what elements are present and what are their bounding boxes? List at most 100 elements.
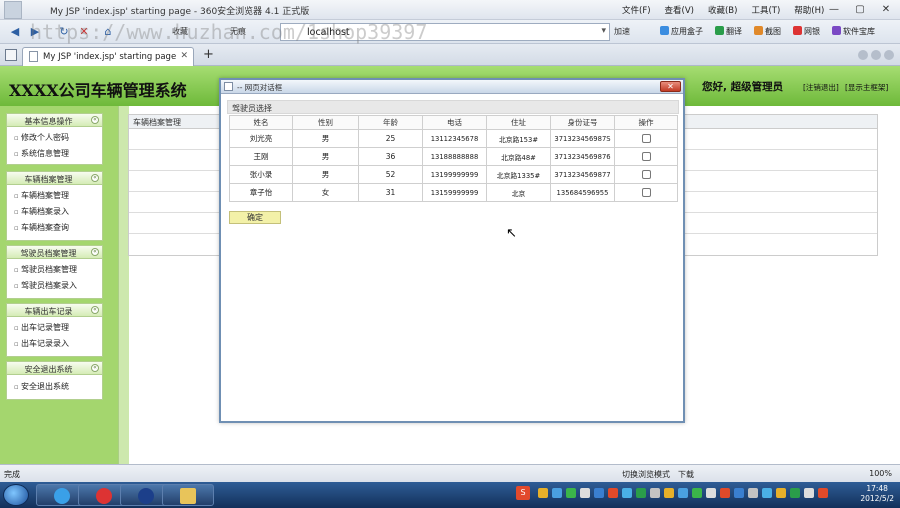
- tray-icon[interactable]: [538, 488, 548, 498]
- tab-grid-icon[interactable]: [5, 49, 17, 61]
- tray-icon[interactable]: [580, 488, 590, 498]
- sidebar-item-driver-add[interactable]: 驾驶员档案录入: [7, 278, 102, 294]
- sidebar-item-safe-exit[interactable]: 安全退出系统: [7, 379, 102, 395]
- dialog-close-icon[interactable]: ✕: [660, 81, 681, 92]
- tray-icon[interactable]: [776, 488, 786, 498]
- select-radio[interactable]: [641, 133, 651, 143]
- browser-icon: [138, 488, 154, 504]
- tray-icon[interactable]: [706, 488, 716, 498]
- tray-icon[interactable]: [748, 488, 758, 498]
- tray-icon[interactable]: [692, 488, 702, 498]
- new-tab-icon[interactable]: +: [200, 47, 217, 63]
- col-name: 姓名: [229, 115, 293, 130]
- status-bar: 完成 切换浏览模式 下载 100%: [0, 464, 900, 482]
- sidebar-item-driver-manage[interactable]: 驾驶员档案管理: [7, 262, 102, 278]
- tray-icon[interactable]: [594, 488, 604, 498]
- sidebar-item-vehicle-manage[interactable]: 车辆档案管理: [7, 188, 102, 204]
- close-icon[interactable]: ✕: [878, 2, 894, 17]
- sidebar-item-change-password[interactable]: 修改个人密码: [7, 130, 102, 146]
- sidebar-item-trip-manage[interactable]: 出车记录管理: [7, 320, 102, 336]
- translate-button[interactable]: 翻译: [715, 26, 742, 37]
- tab-control-icon[interactable]: [858, 50, 868, 60]
- tab-close-icon[interactable]: ✕: [180, 51, 188, 61]
- sidebar-section-body: 驾驶员档案管理 驾驶员档案录入: [6, 259, 103, 299]
- address-dropdown-icon[interactable]: ▾: [601, 26, 606, 36]
- tray-icon[interactable]: [720, 488, 730, 498]
- e-bank-button[interactable]: 网银: [793, 26, 820, 37]
- sidebar-section-driver[interactable]: 驾驶员档案管理 «: [6, 245, 103, 259]
- tray-icon[interactable]: [734, 488, 744, 498]
- taskbar-folder[interactable]: [162, 484, 214, 506]
- maximize-icon[interactable]: ▢: [852, 2, 868, 17]
- show-main-frame-link[interactable]: [显示主框架]: [845, 82, 888, 93]
- switch-mode-button[interactable]: 切换浏览模式: [622, 469, 670, 480]
- collapse-icon[interactable]: «: [91, 306, 99, 314]
- minimize-icon[interactable]: —: [826, 2, 842, 17]
- select-radio[interactable]: [641, 151, 651, 161]
- tray-icon[interactable]: [608, 488, 618, 498]
- clock[interactable]: 17:48 2012/5/2: [860, 484, 894, 504]
- tab-bar: My JSP 'index.jsp' starting page ✕ +: [0, 44, 900, 66]
- e-bank-icon: [793, 26, 802, 35]
- logout-link[interactable]: [注销退出]: [803, 82, 839, 93]
- tab-control-icon[interactable]: [884, 50, 894, 60]
- collapse-icon[interactable]: «: [91, 174, 99, 182]
- app-box-icon: [660, 26, 669, 35]
- sidebar-section-trips[interactable]: 车辆出车记录 «: [6, 303, 103, 317]
- app-box-button[interactable]: 应用盒子: [660, 26, 703, 37]
- zoom-level[interactable]: 100%: [869, 469, 892, 478]
- driver-id-number: 3713234569877: [550, 165, 615, 184]
- tray-icon[interactable]: [622, 488, 632, 498]
- status-text: 完成: [4, 470, 20, 479]
- tab-control-icon[interactable]: [871, 50, 881, 60]
- driver-phone: 13159999999: [422, 183, 487, 202]
- menu-tools[interactable]: 工具(T): [751, 4, 780, 16]
- screenshot-button[interactable]: 截图: [754, 26, 781, 37]
- menu-favorites[interactable]: 收藏(B): [708, 4, 737, 16]
- sidebar-item-trip-add[interactable]: 出车记录录入: [7, 336, 102, 352]
- speed-up-button[interactable]: 加速: [614, 26, 630, 37]
- sidebar-section-logout[interactable]: 安全退出系统 «: [6, 361, 103, 375]
- input-method-icon[interactable]: S: [516, 486, 530, 500]
- menu-view[interactable]: 查看(V): [665, 4, 694, 16]
- back-icon[interactable]: ◀: [6, 23, 24, 41]
- download-button[interactable]: 下载: [678, 469, 694, 480]
- select-radio[interactable]: [641, 187, 651, 197]
- menu-help[interactable]: 帮助(H): [794, 4, 824, 16]
- browser-avatar-icon[interactable]: [4, 1, 22, 19]
- watermark: https://www.huzhan.com/1shop39397: [30, 20, 428, 44]
- col-address: 住址: [486, 115, 551, 130]
- sidebar-item-system-info[interactable]: 系统信息管理: [7, 146, 102, 162]
- collapse-icon[interactable]: «: [91, 364, 99, 372]
- tray-icon[interactable]: [552, 488, 562, 498]
- sidebar-item-vehicle-query[interactable]: 车辆档案查询: [7, 220, 102, 236]
- tray-icon[interactable]: [818, 488, 828, 498]
- tray-icon[interactable]: [566, 488, 576, 498]
- driver-name: 张小录: [229, 165, 293, 184]
- collapse-icon[interactable]: «: [91, 248, 99, 256]
- tray-icon[interactable]: [762, 488, 772, 498]
- tray-icon[interactable]: [678, 488, 688, 498]
- sidebar-item-vehicle-add[interactable]: 车辆档案录入: [7, 204, 102, 220]
- col-gender: 性别: [292, 115, 359, 130]
- start-button-icon[interactable]: [3, 484, 29, 506]
- browser-title-bar: My JSP 'index.jsp' starting page - 360安全…: [0, 0, 900, 20]
- confirm-button[interactable]: 确定: [229, 211, 281, 224]
- menu-file[interactable]: 文件(F): [622, 4, 651, 16]
- driver-name: 刘光亮: [229, 129, 293, 148]
- driver-gender: 男: [292, 165, 359, 184]
- tray-icon[interactable]: [650, 488, 660, 498]
- tray-icon[interactable]: [636, 488, 646, 498]
- driver-age: 36: [358, 147, 423, 166]
- select-radio[interactable]: [641, 169, 651, 179]
- sidebar-section-basic[interactable]: 基本信息操作 «: [6, 113, 103, 127]
- collapse-icon[interactable]: «: [91, 116, 99, 124]
- tray-icon[interactable]: [664, 488, 674, 498]
- driver-id-number: 3713234569876: [550, 147, 615, 166]
- table-row: 章子怡 女 31 13159999999 北京 135684596955: [229, 183, 678, 202]
- tray-icon[interactable]: [804, 488, 814, 498]
- software-store-button[interactable]: 软件宝库: [832, 26, 875, 37]
- tab-index-jsp[interactable]: My JSP 'index.jsp' starting page ✕: [22, 47, 194, 66]
- sidebar-section-vehicle[interactable]: 车辆档案管理 «: [6, 171, 103, 185]
- tray-icon[interactable]: [790, 488, 800, 498]
